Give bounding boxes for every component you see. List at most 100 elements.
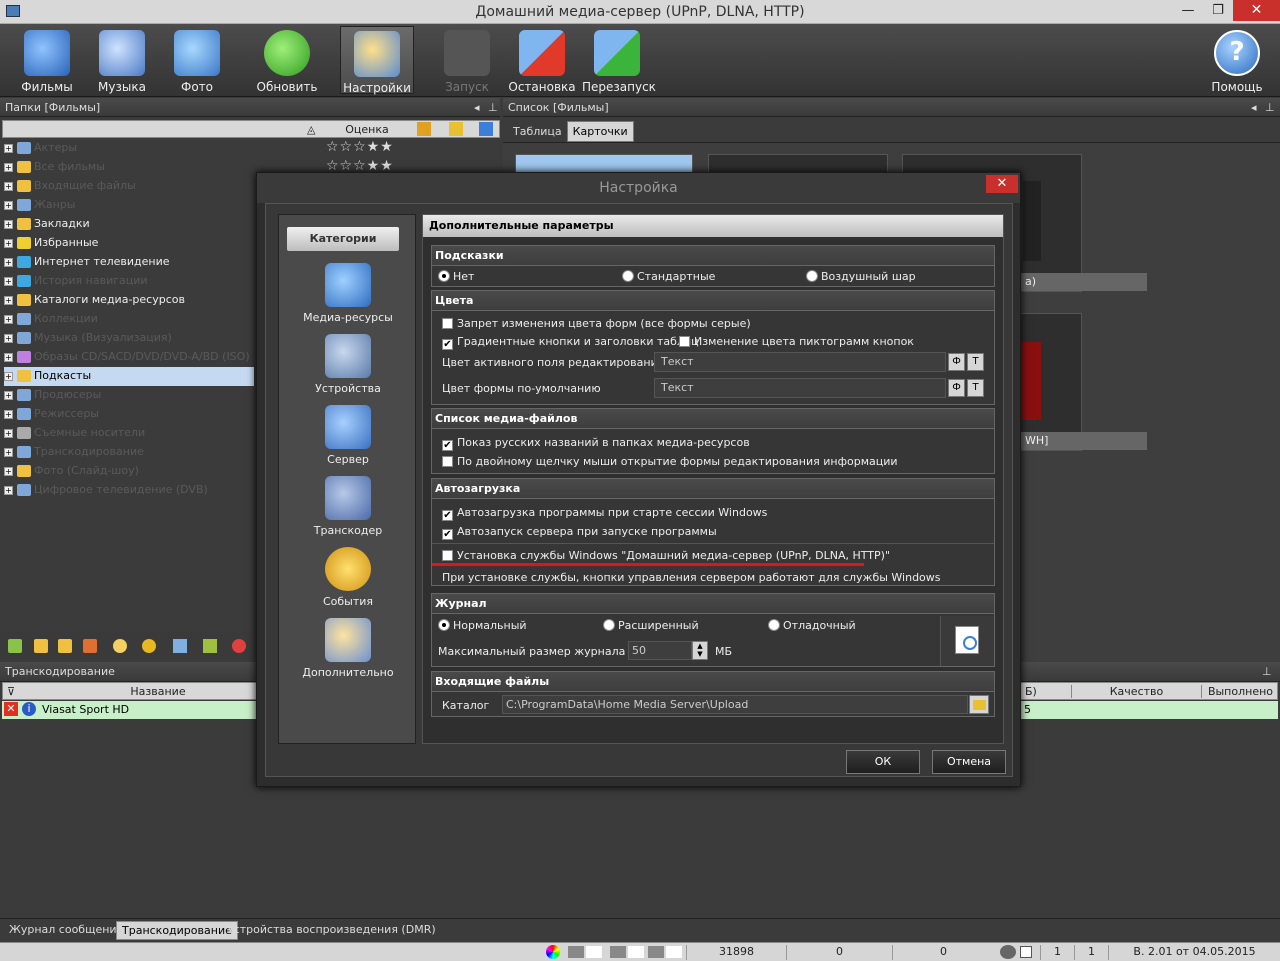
view-icon[interactable] [568,946,584,958]
double-click-checkbox[interactable]: По двойному щелчку мыши открытие формы р… [442,455,898,468]
view-icon[interactable] [586,946,602,958]
tree-item[interactable]: + Транскодирование [4,443,254,462]
view-icon[interactable] [610,946,626,958]
active-field-color[interactable]: Текст [654,352,946,372]
restore-button[interactable]: ❐ [1203,0,1233,22]
info-icon[interactable]: i [22,702,36,716]
open-journal-button[interactable] [940,616,994,666]
pin-icon[interactable]: ⊥ [1265,101,1275,114]
tab-messages[interactable]: Журнал сообщений [4,921,129,938]
stop-button[interactable]: Остановка [507,26,577,94]
default-form-color[interactable]: Текст [654,378,946,398]
install-service-checkbox[interactable]: Установка службы Windows "Домашний медиа… [442,549,890,562]
expand-icon[interactable]: + [4,257,13,267]
expand-icon[interactable]: + [4,352,13,362]
gradient-checkbox[interactable]: ✔ Градиентные кнопки и заголовки таблиц [442,335,699,350]
tree-item[interactable]: + Каталоги медиа-ресурсов [4,291,254,310]
add-folder-icon[interactable] [8,639,22,653]
sort-icon[interactable]: ◬ [307,123,315,136]
name-column[interactable]: Название [43,685,273,698]
checkbox-icon[interactable] [1020,946,1032,958]
expand-icon[interactable]: + [4,238,13,248]
expand-icon[interactable]: + [4,466,13,476]
font-button[interactable]: Ф [948,353,965,371]
pin-icon[interactable]: ⊥ [488,101,498,114]
expand-icon[interactable]: + [4,276,13,286]
max-size-input[interactable]: 50 [628,641,692,660]
tree-item[interactable]: + Актеры [4,139,254,158]
tree-item[interactable]: + Закладки [4,215,254,234]
tab-table[interactable]: Таблица [508,122,567,141]
help-button[interactable]: ? Помощь [1202,26,1272,94]
browse-folder-button[interactable] [969,695,989,714]
tree-item[interactable]: + Режиссеры [4,405,254,424]
hints-standard-radio[interactable]: Стандартные [622,270,715,283]
quality-column[interactable]: Качество [1071,685,1201,698]
tree-item[interactable]: + История навигации [4,272,254,291]
color-wheel-icon[interactable] [546,945,560,959]
lifebuoy-icon[interactable] [232,639,246,653]
folder-remove-icon[interactable] [83,639,97,653]
expand-icon[interactable]: + [4,371,13,381]
view-icon[interactable] [628,946,644,958]
filter-icon[interactable] [417,122,431,136]
font-button[interactable]: Ф [948,379,965,397]
view-icon[interactable] [648,946,664,958]
expand-icon[interactable]: + [4,428,13,438]
category-transcoder[interactable]: Транскодер [279,476,417,544]
close-window-button[interactable]: ✕ [1233,0,1280,21]
refresh-folder-icon[interactable] [113,639,127,653]
category-media-resources[interactable]: Медиа-ресурсы [279,263,417,331]
expand-icon[interactable]: + [4,143,13,153]
movie-card[interactable] [515,154,693,174]
filter-icon[interactable]: ⊽ [7,685,15,698]
refresh-button[interactable]: Обновить [252,26,322,94]
folder-edit-icon[interactable] [58,639,72,653]
journal-normal-radio[interactable]: Нормальный [438,619,527,632]
size-column[interactable]: Б) [1025,685,1037,698]
ok-button[interactable]: ОК [846,750,920,774]
grid-icon[interactable] [173,639,187,653]
scan-icon[interactable] [142,639,156,653]
key-icon[interactable] [449,122,463,136]
tree-item[interactable]: + Музыка (Визуализация) [4,329,254,348]
collapse-arrow-icon[interactable]: ◂ [474,101,480,114]
sort-up-icon[interactable] [479,122,493,136]
tree-item[interactable]: + Образы CD/SACD/DVD/DVD-A/BD (ISO) [4,348,254,367]
hints-none-radio[interactable]: Нет [438,270,474,283]
icon-color-checkbox[interactable]: Изменение цвета пиктограмм кнопок [679,335,914,348]
expand-icon[interactable]: + [4,390,13,400]
cancel-task-icon[interactable]: ✕ [4,702,18,716]
size-spinner[interactable]: ▲ ▼ [692,641,708,660]
tree-item[interactable]: + Жанры [4,196,254,215]
expand-icon[interactable]: + [4,162,13,172]
music-button[interactable]: Музыка [87,26,157,94]
text-color-button[interactable]: Т [967,353,984,371]
expand-icon[interactable]: + [4,181,13,191]
tree-item[interactable]: + Все фильмы [4,158,254,177]
done-column[interactable]: Выполнено [1201,685,1279,698]
tree-item[interactable]: + Входящие файлы [4,177,254,196]
tree-item[interactable]: + Интернет телевидение [4,253,254,272]
rating-column[interactable]: Оценка [325,123,409,136]
expand-icon[interactable]: + [4,200,13,210]
category-devices[interactable]: Устройства [279,334,417,402]
hints-balloon-radio[interactable]: Воздушный шар [806,270,916,283]
tab-transcoding[interactable]: Транскодирование [116,921,238,940]
films-button[interactable]: Фильмы [12,26,82,94]
expand-icon[interactable]: + [4,409,13,419]
tree-item[interactable]: + Подкасты [4,367,254,386]
user-icon[interactable] [1000,945,1016,959]
restart-button[interactable]: Перезапуск [582,26,656,94]
minimize-button[interactable]: — [1173,0,1203,22]
collapse-arrow-icon[interactable]: ◂ [1251,101,1257,114]
tree-item[interactable]: + Цифровое телевидение (DVB) [4,481,254,500]
category-events[interactable]: События [279,547,417,615]
tree-item[interactable]: + Коллекции [4,310,254,329]
tree-item[interactable]: + Съемные носители [4,424,254,443]
cancel-button[interactable]: Отмена [932,750,1006,774]
expand-icon[interactable]: + [4,333,13,343]
pin-icon[interactable]: ⊥ [1262,665,1272,678]
text-color-button[interactable]: Т [967,379,984,397]
journal-debug-radio[interactable]: Отладочный [768,619,856,632]
